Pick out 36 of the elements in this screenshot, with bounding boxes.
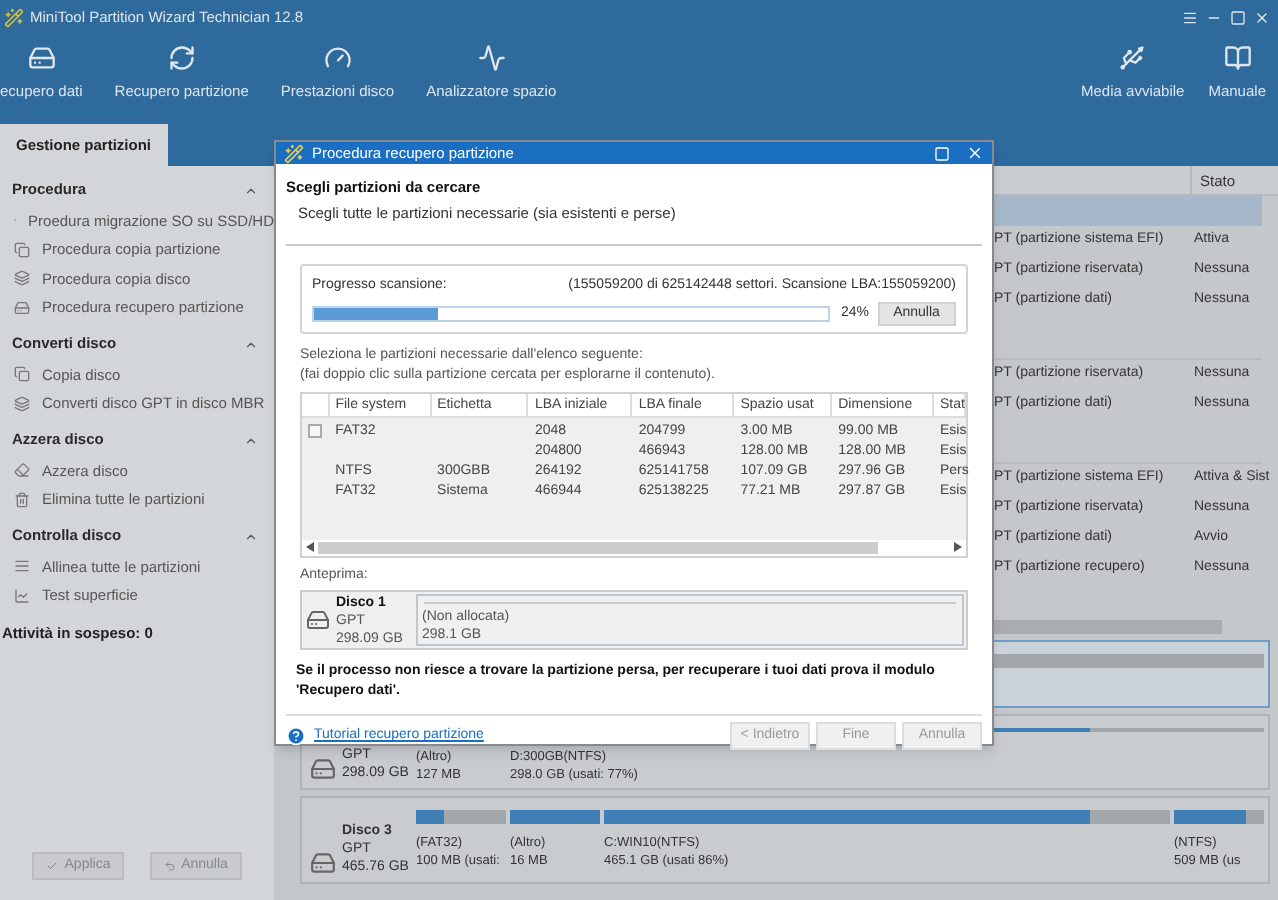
- wizard-icon: [284, 143, 304, 164]
- lines-icon: [14, 558, 30, 575]
- copy-icon: [14, 241, 30, 258]
- usage-bar: [416, 810, 506, 824]
- hard-drive-icon: [27, 44, 56, 72]
- book-icon: [1223, 44, 1252, 72]
- app-logo-icon: [4, 8, 24, 28]
- copy-icon: [14, 366, 30, 383]
- help-icon[interactable]: [286, 726, 306, 747]
- scroll-right-icon[interactable]: [954, 542, 962, 553]
- usb-drive-icon: [1118, 44, 1147, 72]
- scrollbar[interactable]: [994, 619, 1222, 633]
- row-checkbox[interactable]: [308, 424, 323, 439]
- usage-bar: [1174, 810, 1264, 824]
- menu-icon[interactable]: [1182, 10, 1198, 26]
- gauge-icon: [323, 44, 352, 72]
- close-icon[interactable]: [966, 144, 984, 163]
- collapse-icon[interactable]: [244, 433, 258, 447]
- chart-icon: [477, 44, 506, 72]
- close-icon[interactable]: [1254, 10, 1270, 26]
- refresh-icon: [167, 44, 196, 72]
- chart-icon: [14, 587, 30, 604]
- trash-icon: [14, 491, 30, 508]
- check-icon: [46, 860, 59, 872]
- scroll-left-icon[interactable]: [306, 542, 314, 553]
- collapse-icon[interactable]: [244, 529, 258, 543]
- layers-icon: [14, 270, 30, 287]
- hard-drive-icon: [14, 299, 30, 316]
- eraser-icon: [14, 462, 30, 479]
- layers-icon: [14, 395, 30, 412]
- collapse-icon[interactable]: [244, 337, 258, 351]
- usage-bar: [510, 810, 600, 824]
- undo-icon: [163, 860, 176, 872]
- maximize-icon[interactable]: [1230, 10, 1246, 26]
- collapse-icon[interactable]: [244, 183, 258, 197]
- scrollbar[interactable]: [318, 541, 878, 554]
